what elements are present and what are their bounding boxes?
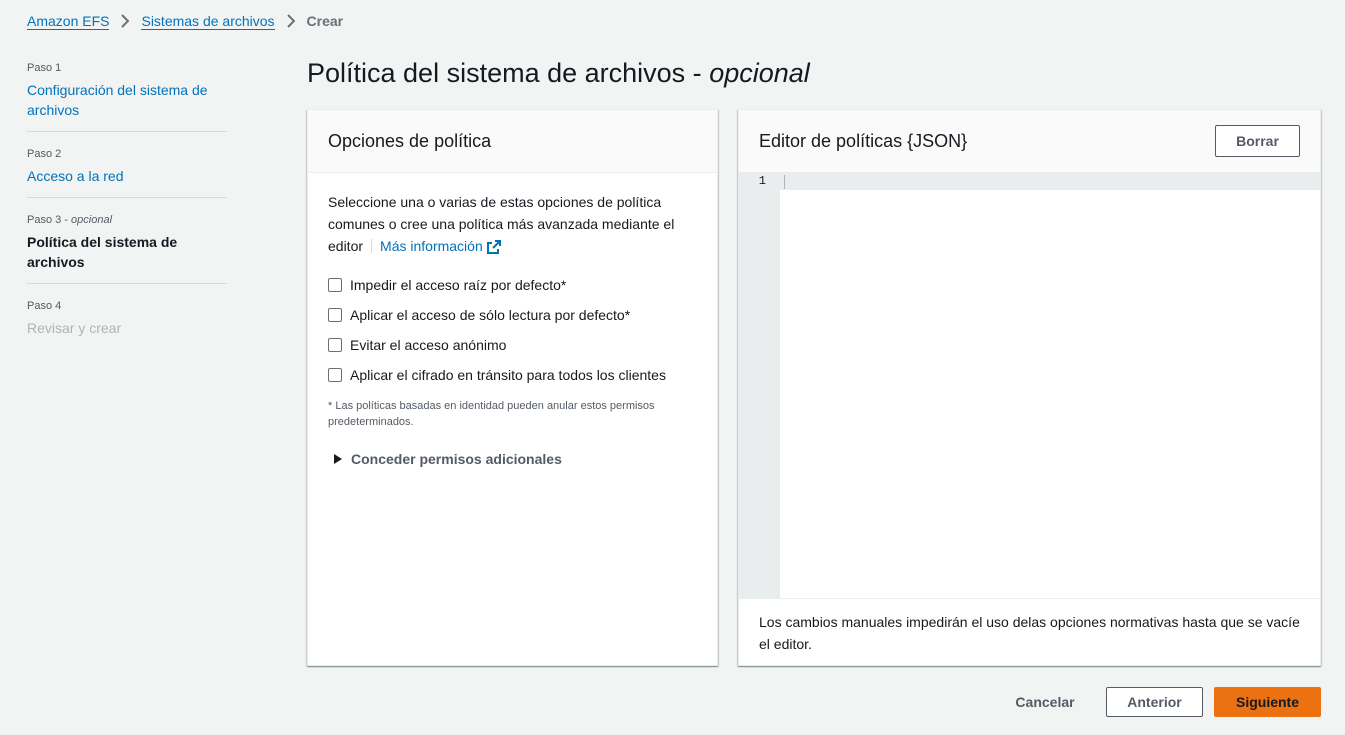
grant-additional-permissions-expander[interactable]: Conceder permisos adicionales [328,448,697,470]
page-title: Política del sistema de archivos - opcio… [307,55,810,91]
chevron-right-icon [109,14,141,28]
policy-description: Seleccione una o varias de estas opcione… [328,191,697,260]
chevron-right-icon [275,14,307,28]
footnote: * Las políticas basadas en identidad pue… [328,400,655,428]
option-label: Aplicar el acceso de sólo lectura por de… [350,307,631,323]
step-number: Paso 3 - opcional [27,214,113,226]
step-number: Paso 1 [27,62,62,74]
option-label: Aplicar el cifrado en tránsito para todo… [350,367,666,383]
wizard-step-2: Paso 2 Acceso a la red [27,146,227,198]
more-info-link[interactable]: Más información [380,238,501,254]
text-cursor [784,175,785,189]
breadcrumb-current: Crear [306,13,344,29]
json-editor[interactable]: 1 [739,173,1320,599]
option-prevent-root-access[interactable]: Impedir el acceso raíz por defecto* [328,270,697,300]
checkbox[interactable] [328,308,342,322]
panel-title: Opciones de política [328,130,492,151]
editor-gutter [739,173,780,598]
checkbox[interactable] [328,338,342,352]
step-number-label: Paso 3 [27,214,62,226]
external-link-icon [486,238,501,260]
step-link-network-access[interactable]: Acceso a la red [27,166,227,186]
policy-options-panel: Opciones de política Seleccione una o va… [307,109,718,666]
option-label: Evitar el acceso anónimo [350,337,507,353]
step-number: Paso 4 [27,300,62,312]
step-current-policy: Política del sistema de archivos [27,234,178,270]
wizard-step-1: Paso 1 Configuración del sistema de arch… [27,60,227,132]
panel-title: Editor de políticas {JSON} [759,130,968,151]
active-line-highlight [739,173,1320,190]
option-encryption-in-transit[interactable]: Aplicar el cifrado en tránsito para todo… [328,360,697,390]
panel-body: Seleccione una o varias de estas opcione… [308,173,717,488]
breadcrumb-amazon-efs[interactable]: Amazon EFS [27,13,110,30]
editor-note: Los cambios manuales impedirán el uso de… [759,614,1300,652]
breadcrumb: Amazon EFS Sistemas de archivos Crear [27,12,343,30]
panel-header: Editor de políticas {JSON} Borrar [739,110,1320,173]
more-info-label: Más información [380,238,483,254]
page-title-optional: opcional [709,58,810,88]
policy-editor-panel: Editor de políticas {JSON} Borrar 1 Los … [738,109,1321,666]
option-prevent-anonymous-access[interactable]: Evitar el acceso anónimo [328,330,697,360]
step-optional-label: opcional [71,214,113,226]
option-read-only-access[interactable]: Aplicar el acceso de sólo lectura por de… [328,300,697,330]
cancel-button[interactable]: Cancelar [1005,687,1085,717]
checkbox[interactable] [328,278,342,292]
line-number: 1 [758,174,766,188]
breadcrumb-file-systems[interactable]: Sistemas de archivos [141,13,275,30]
previous-button[interactable]: Anterior [1106,687,1203,717]
option-label: Impedir el acceso raíz por defecto* [350,277,567,293]
caret-right-icon [334,454,342,464]
expander-label: Conceder permisos adicionales [351,451,562,467]
wizard-steps: Paso 1 Configuración del sistema de arch… [27,60,227,363]
step-number: Paso 2 [27,148,62,160]
page-title-text: Política del sistema de archivos - [307,58,702,88]
checkbox[interactable] [328,368,342,382]
next-button[interactable]: Siguiente [1214,687,1321,717]
wizard-step-3: Paso 3 - opcional Política del sistema d… [27,212,227,284]
panel-header: Opciones de política [308,110,717,173]
step-review-create: Revisar y crear [27,320,122,336]
step-link-configuration[interactable]: Configuración del sistema de archivos [27,80,227,120]
wizard-step-4: Paso 4 Revisar y crear [27,298,227,349]
clear-button[interactable]: Borrar [1215,125,1300,157]
divider [371,239,373,253]
